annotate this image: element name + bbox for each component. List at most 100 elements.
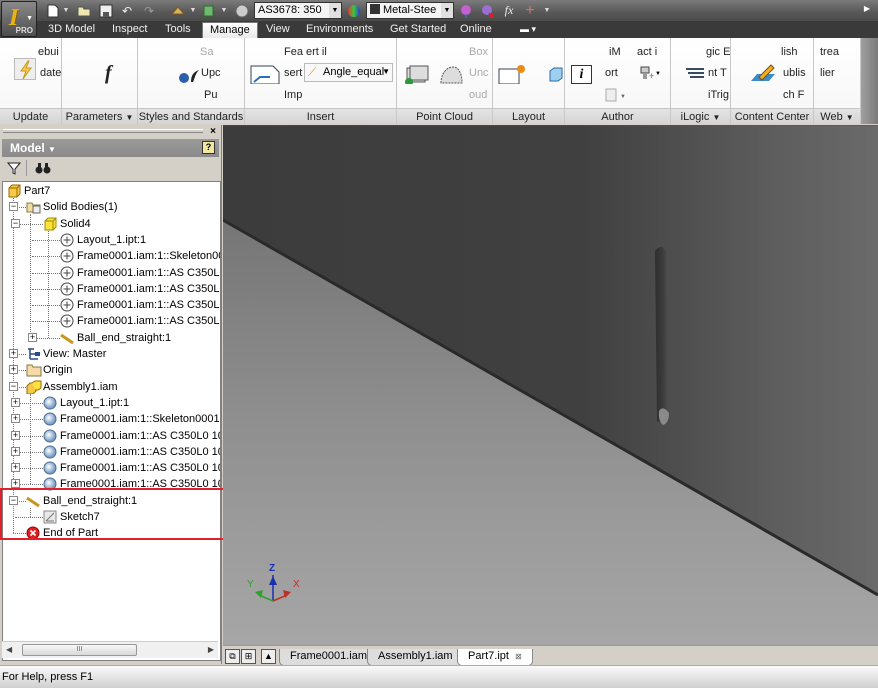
make-components-icon[interactable] xyxy=(548,66,564,85)
tree-node[interactable]: Frame0001.iam:1::AS C350L0 100x1 xyxy=(43,428,220,444)
material-combo[interactable]: Metal-Stee ▼ xyxy=(366,2,454,19)
import-button[interactable]: Imp xyxy=(284,89,302,101)
tree-node[interactable]: Solid4 xyxy=(43,216,91,232)
point-cloud-button[interactable]: oud xyxy=(469,89,487,101)
batch-publish-f-button[interactable]: ch F xyxy=(783,89,804,101)
tab-environments[interactable]: Environments xyxy=(299,22,380,38)
insert-feature-button[interactable]: Fea ert il xyxy=(284,46,327,58)
parameters-fx-icon[interactable]: f xyxy=(105,62,112,85)
purge-styles-button[interactable]: Pu xyxy=(204,89,217,101)
iproperties-info-icon[interactable]: i xyxy=(571,65,592,84)
publish-part-icon[interactable]: + ▼ xyxy=(639,66,661,83)
tree-node[interactable]: Frame0001.iam:1::AS C350L0 10 xyxy=(60,281,220,297)
tree-node[interactable]: Assembly1.iam xyxy=(26,379,118,395)
scrollbar-thumb[interactable]: III xyxy=(22,644,137,656)
measure-icon[interactable]: + xyxy=(522,2,538,19)
redo-icon[interactable]: ↷ xyxy=(142,2,156,19)
batch-publish-button[interactable]: ublis xyxy=(783,67,806,79)
expand-icon[interactable]: + xyxy=(9,349,18,358)
insert-object-icon[interactable] xyxy=(250,64,280,85)
export-button[interactable]: ort xyxy=(605,67,618,79)
event-triggers-button[interactable]: nt T xyxy=(708,67,727,79)
tab-tools[interactable]: Tools xyxy=(158,22,198,38)
help-icon[interactable]: ? xyxy=(202,141,215,154)
panel-label-parameters[interactable]: Parameters ▼ xyxy=(62,108,137,124)
tree-node[interactable]: Layout_1.ipt:1 xyxy=(43,395,129,411)
standard-combo[interactable]: AS3678: 350 ▼ xyxy=(254,2,342,19)
tree-node[interactable]: View: Master xyxy=(26,346,106,362)
tile-windows-icon[interactable]: ⊞ xyxy=(241,649,256,664)
undo-icon[interactable]: ↶ xyxy=(120,2,134,19)
expand-icon[interactable]: + xyxy=(11,463,20,473)
tree-node[interactable]: Frame0001.iam:1::AS C350L0 10 xyxy=(60,297,220,313)
expand-icon[interactable]: + xyxy=(11,430,20,440)
collapse-icon[interactable]: − xyxy=(11,218,20,228)
stream-button[interactable]: trea xyxy=(820,46,839,58)
extract-ifeature-button[interactable]: act i xyxy=(637,46,657,58)
attach-point-cloud-icon[interactable] xyxy=(405,64,431,87)
chevron-down-icon[interactable]: ▼ xyxy=(329,3,341,18)
scroll-left-icon[interactable]: ◀ xyxy=(6,645,12,654)
tree-node[interactable]: Solid Bodies(1) xyxy=(26,199,118,215)
update-mass-button[interactable]: date xyxy=(40,67,61,79)
publish-part-pencil-icon[interactable] xyxy=(749,64,777,85)
collapse-icon[interactable]: − xyxy=(9,381,18,391)
document-list-up-icon[interactable]: ▲ xyxy=(261,649,276,664)
doc-tab-frame0001[interactable]: Frame0001.iam xyxy=(279,649,379,666)
expand-icon[interactable]: + xyxy=(11,446,20,456)
tab-inspect[interactable]: Inspect xyxy=(105,22,154,38)
expand-icon[interactable]: + xyxy=(28,332,37,342)
scroll-right-icon[interactable]: ▶ xyxy=(208,645,214,654)
application-menu-button[interactable]: I ▼ PRO xyxy=(1,1,37,37)
point-cloud-unclip-button[interactable]: Unc xyxy=(469,67,489,79)
collapse-icon[interactable]: − xyxy=(9,202,18,212)
appearance-clear-icon[interactable] xyxy=(480,2,496,19)
imate-button[interactable]: iM xyxy=(609,46,621,58)
ilogic-browser-button[interactable]: gic E xyxy=(706,46,730,58)
update-styles-button[interactable]: Upc xyxy=(201,67,221,79)
insert-ifeature-button[interactable]: sert xyxy=(284,67,302,79)
tab-online[interactable]: Online xyxy=(453,22,499,38)
expand-icon[interactable]: + xyxy=(11,414,20,424)
tree-node[interactable]: Ball_end_straight:1 xyxy=(60,330,171,346)
open-icon[interactable] xyxy=(77,2,93,19)
tab-3d-model[interactable]: 3D Model xyxy=(41,22,102,38)
panel-label-ilogic[interactable]: iLogic ▼ xyxy=(671,108,730,124)
cascade-windows-icon[interactable]: ⧉ xyxy=(225,649,240,664)
doc-tab-part7[interactable]: Part7.ipt ⊠ xyxy=(457,649,533,666)
supplier-button[interactable]: lier xyxy=(820,67,835,79)
itrigger-button[interactable]: iTrig xyxy=(708,89,729,101)
color-wheel-icon[interactable] xyxy=(346,2,362,19)
fx-icon[interactable]: fx xyxy=(502,2,516,19)
tree-node[interactable]: Frame0001.iam:1::Skeleton0001.ipt: xyxy=(43,411,220,427)
chevron-down-icon[interactable]: ▼ xyxy=(441,3,453,18)
publish-button[interactable]: lish xyxy=(781,46,798,58)
make-part-icon[interactable] xyxy=(498,64,526,87)
close-icon[interactable]: × xyxy=(210,126,216,137)
title-expand-arrow-icon[interactable]: ▶ xyxy=(864,4,870,13)
browser-header[interactable]: Model ▼ ? xyxy=(2,139,219,157)
tree-node[interactable]: Layout_1.ipt:1 xyxy=(60,232,146,248)
tab-get-started[interactable]: Get Started xyxy=(383,22,453,38)
ifeature-dropdown[interactable]: ⟋ Angle_equal ▼ xyxy=(304,63,393,82)
author-doc-icon[interactable]: ▼ xyxy=(605,88,629,105)
customize-quick-access-icon[interactable]: ▼ xyxy=(542,2,552,19)
panel-label-web[interactable]: Web ▼ xyxy=(814,108,860,124)
doc-tab-assembly1[interactable]: Assembly1.iam xyxy=(367,649,464,666)
select-dropdown-icon[interactable]: ▼ xyxy=(220,2,228,19)
appearance-adjust-icon[interactable] xyxy=(458,2,474,19)
rebuild-all-icon[interactable] xyxy=(14,58,36,80)
find-binoculars-icon[interactable] xyxy=(35,161,51,178)
new-icon[interactable] xyxy=(45,2,61,19)
save-icon[interactable] xyxy=(98,2,114,19)
select-icon[interactable] xyxy=(202,2,218,19)
rebuild-all-button[interactable]: ebui xyxy=(38,46,59,58)
graphics-viewport[interactable]: Z Y X xyxy=(223,125,878,645)
tree-node[interactable]: Origin xyxy=(26,362,72,378)
tree-node[interactable]: Frame0001.iam:1::Skeleton0001 xyxy=(60,248,220,264)
return-dropdown-icon[interactable]: ▼ xyxy=(189,2,197,19)
update-icon[interactable] xyxy=(234,2,250,19)
tree-node[interactable]: Frame0001.iam:1::AS C350L0 100x1 xyxy=(43,444,220,460)
save-styles-button[interactable]: Sa xyxy=(200,46,213,58)
return-icon[interactable] xyxy=(170,2,186,19)
